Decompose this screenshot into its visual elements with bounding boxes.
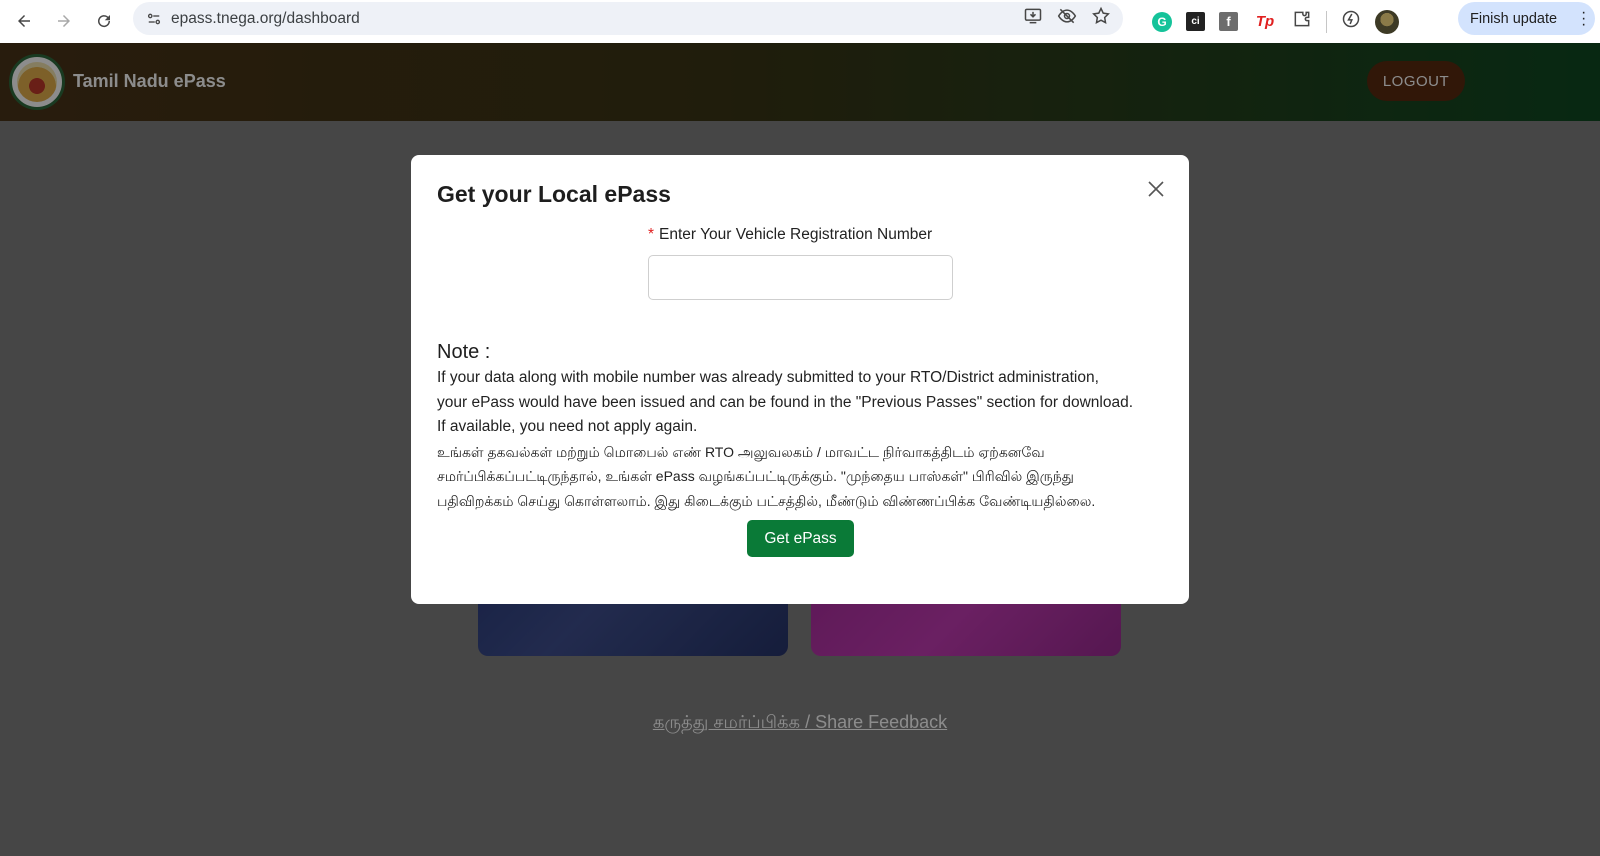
bookmark-star-icon[interactable] [1091,6,1111,31]
menu-kebab-icon[interactable]: · · · [1581,5,1586,33]
note-line-tamil: சமர்ப்பிக்கப்பட்டிருந்தால், உங்கள் ePass… [437,468,1074,484]
finish-update-label: Finish update [1470,10,1558,27]
facebook-extension-icon[interactable]: f [1219,12,1238,31]
back-icon[interactable] [6,3,42,39]
url-text: epass.tnega.org/dashboard [171,9,360,27]
note-line-tamil: பதிவிறக்கம் செய்து கொள்ளலாம். இது கிடைக்… [437,492,1096,509]
modal-title: Get your Local ePass [437,181,671,207]
toolbar-divider [1326,10,1327,33]
vehicle-registration-input[interactable] [648,255,953,300]
vehicle-registration-label: * Enter Your Vehicle Registration Number [648,226,932,244]
install-app-icon[interactable] [1023,6,1043,31]
grammarly-extension-icon[interactable]: G [1152,11,1172,32]
ci-extension-icon[interactable]: ci [1186,12,1205,31]
note-line-tamil: உங்கள் தகவல்கள் மற்றும் மொபைல் எண் RTO அ… [437,443,1045,460]
note-line: If available, you need not apply again. [437,418,698,435]
eye-slash-icon[interactable] [1057,6,1077,31]
note-body: If your data along with mobile number wa… [437,366,1167,513]
profile-avatar[interactable] [1375,9,1399,34]
local-epass-modal: Get your Local ePass * Enter Your Vehicle… [411,155,1189,604]
required-marker: * [648,226,655,243]
site-info-icon[interactable] [139,10,169,28]
extensions-puzzle-icon[interactable] [1292,9,1312,34]
reload-icon[interactable] [86,3,122,39]
performance-icon[interactable] [1341,9,1361,34]
note-heading: Note : [437,341,491,363]
note-line: If your data along with mobile number wa… [437,369,1099,386]
browser-toolbar: epass.tnega.org/dashboard G ci f Tp Fini… [0,0,1600,43]
vehicle-registration-label-text: Enter Your Vehicle Registration Number [659,226,933,243]
get-epass-button[interactable]: Get ePass [747,520,854,557]
address-bar[interactable]: epass.tnega.org/dashboard [133,2,1123,35]
note-line: your ePass would have been issued and ca… [437,393,1134,411]
close-icon[interactable] [1144,177,1168,201]
finish-update-button[interactable]: Finish update · · · [1458,2,1595,35]
forward-icon[interactable] [46,3,82,39]
tp-extension-icon[interactable]: Tp [1252,9,1278,35]
